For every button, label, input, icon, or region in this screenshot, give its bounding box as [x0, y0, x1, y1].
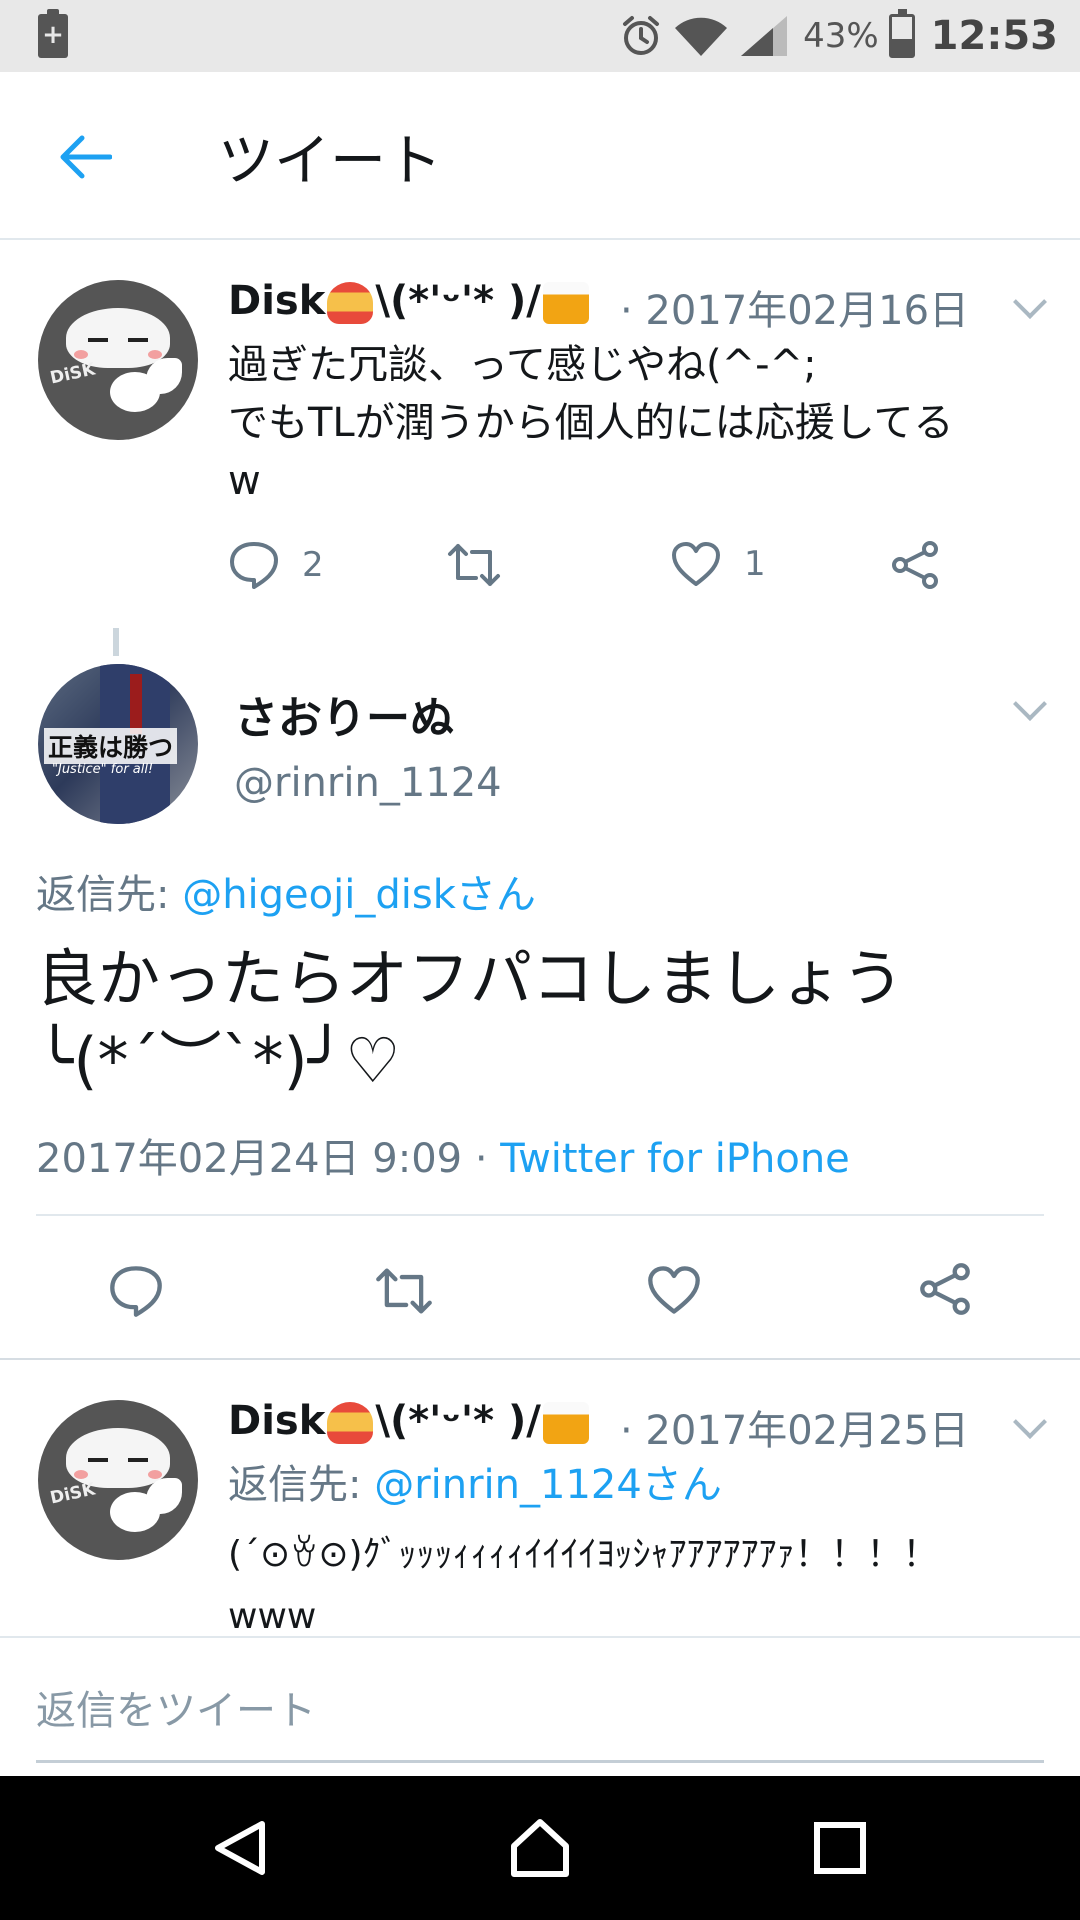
back-arrow-icon: [60, 135, 112, 179]
retweet-button[interactable]: [374, 1264, 434, 1318]
wifi-icon: [675, 17, 728, 56]
heart-icon: [648, 1266, 700, 1314]
author-name: Disk: [228, 1398, 326, 1444]
wing-shape: [146, 1478, 182, 1514]
tweet-date: · 2017年02月25日: [620, 1408, 970, 1454]
page-title: ツイート: [218, 129, 442, 194]
thread-connector: [113, 628, 119, 656]
avatar[interactable]: 正義は勝つ "Justice" for all!: [38, 664, 198, 824]
avatar-tie: [130, 674, 142, 734]
reply-to-link[interactable]: @higeoji_diskさん: [182, 872, 536, 918]
ramen-emoji-icon: [327, 282, 374, 324]
divider: [36, 1214, 1044, 1216]
author-name: Disk: [228, 278, 326, 324]
input-underline: [36, 1760, 1044, 1763]
retweet-button[interactable]: [446, 540, 524, 590]
like-button[interactable]: [646, 1264, 702, 1316]
recents-square-icon: [814, 1822, 866, 1874]
tweet-datetime: 2017年02月24日 9:09 ·: [36, 1136, 501, 1182]
eye: [128, 338, 148, 342]
focus-tweet-text: 良かったらオフパコしましょう ╰(*´︶`*)╯♡: [36, 942, 905, 1097]
battery-percent: 43%: [803, 16, 879, 56]
reply-count: 2: [302, 545, 324, 585]
nav-home-button[interactable]: [500, 1808, 580, 1888]
reply-to-label: 返信先:: [228, 1462, 375, 1508]
penguin-face: [66, 1428, 170, 1488]
author-kaomoji: \(*'ᵕ'* )/: [375, 1398, 541, 1444]
reply-to-line: 返信先: @rinrin_1124さん: [228, 1456, 1058, 1514]
reply-input[interactable]: 返信をツイート: [36, 1678, 316, 1736]
battery-saver-icon: +: [38, 9, 68, 58]
blush: [74, 1470, 88, 1479]
retweet-icon: [376, 1268, 432, 1314]
blush: [148, 1470, 162, 1479]
reply-to-label: 返信先:: [36, 872, 183, 918]
share-icon: [892, 541, 938, 589]
reply-icon: [110, 1266, 162, 1317]
author-name[interactable]: さおりーぬ: [234, 682, 454, 746]
battery-level-fill: [891, 38, 912, 55]
share-button[interactable]: [918, 1262, 972, 1316]
nav-back-button[interactable]: [200, 1808, 280, 1888]
tweet-date: · 2017年02月16日: [620, 288, 970, 334]
tweet-author[interactable]: Disk \(*'ᵕ'* )/: [228, 278, 591, 324]
tweet-text: 過ぎた冗談、って感じやね(^-^; でもTLが潤うから個人的には応援してる w: [228, 342, 954, 504]
retweet-icon: [448, 544, 500, 586]
penguin-face: [66, 308, 170, 368]
reply-to-link[interactable]: @rinrin_1124さん: [374, 1462, 722, 1508]
tweet-meta: 2017年02月24日 9:09 · Twitter for iPhone: [36, 1126, 850, 1184]
alarm-icon: [623, 16, 660, 55]
like-button[interactable]: 1: [670, 540, 766, 588]
beer-emoji-icon: [542, 1402, 589, 1444]
avatar[interactable]: DiSK: [38, 280, 198, 440]
ramen-emoji-icon: [327, 1402, 374, 1444]
chevron-down-icon[interactable]: [1010, 290, 1050, 320]
tweet-source-link[interactable]: Twitter for iPhone: [500, 1136, 850, 1182]
nav-recents-button[interactable]: [800, 1808, 880, 1888]
eye: [88, 1458, 108, 1462]
share-button[interactable]: [890, 540, 940, 590]
back-button[interactable]: [50, 122, 120, 192]
heart-icon: [672, 542, 720, 586]
signal-icon: [741, 16, 788, 56]
wing-shape: [146, 358, 182, 394]
avatar-subcaption: "Justice" for all!: [52, 762, 154, 777]
author-handle[interactable]: @rinrin_1124: [234, 760, 502, 806]
battery-icon: [888, 9, 915, 58]
tweet-text: (´⊙ꈊ⊙)ｸﾞｯｯｯｨｨｨｨｲｲｲｲﾖｯｼｬｱｱｱｱｱｱｧ！！！！ www: [228, 1534, 939, 1637]
avatar[interactable]: DiSK: [38, 1400, 198, 1560]
reply-to-line: 返信先: @higeoji_diskさん: [36, 862, 536, 920]
home-icon: [511, 1819, 569, 1877]
tweet-author[interactable]: Disk \(*'ᵕ'* )/: [228, 1398, 591, 1444]
status-bar: + 43% 12:53: [0, 0, 1080, 72]
blush: [148, 350, 162, 359]
clock: 12:53: [930, 13, 1058, 59]
avatar-caption: 正義は勝つ: [44, 728, 178, 764]
reply-icon: [230, 542, 278, 589]
beer-emoji-icon: [542, 282, 589, 324]
eye: [88, 338, 108, 342]
blush: [74, 350, 88, 359]
avatar-logo-text: DiSK: [48, 359, 97, 389]
reply-button[interactable]: [108, 1264, 164, 1318]
avatar-logo-text: DiSK: [48, 1479, 97, 1509]
like-count: 1: [744, 544, 766, 584]
system-nav-bar: [0, 1776, 1080, 1920]
reply-composer: 返信をツイート: [0, 1636, 1080, 1776]
share-icon: [920, 1263, 970, 1315]
back-triangle-icon: [215, 1821, 265, 1875]
divider: [0, 1358, 1080, 1360]
reply-button[interactable]: 2: [228, 540, 324, 590]
eye: [128, 1458, 148, 1462]
chevron-down-icon[interactable]: [1010, 692, 1050, 722]
status-icons: 43% 12:53: [619, 0, 1058, 72]
app-bar: ツイート: [0, 72, 1080, 240]
author-kaomoji: \(*'ᵕ'* )/: [375, 278, 541, 324]
chevron-down-icon[interactable]: [1010, 1410, 1050, 1440]
